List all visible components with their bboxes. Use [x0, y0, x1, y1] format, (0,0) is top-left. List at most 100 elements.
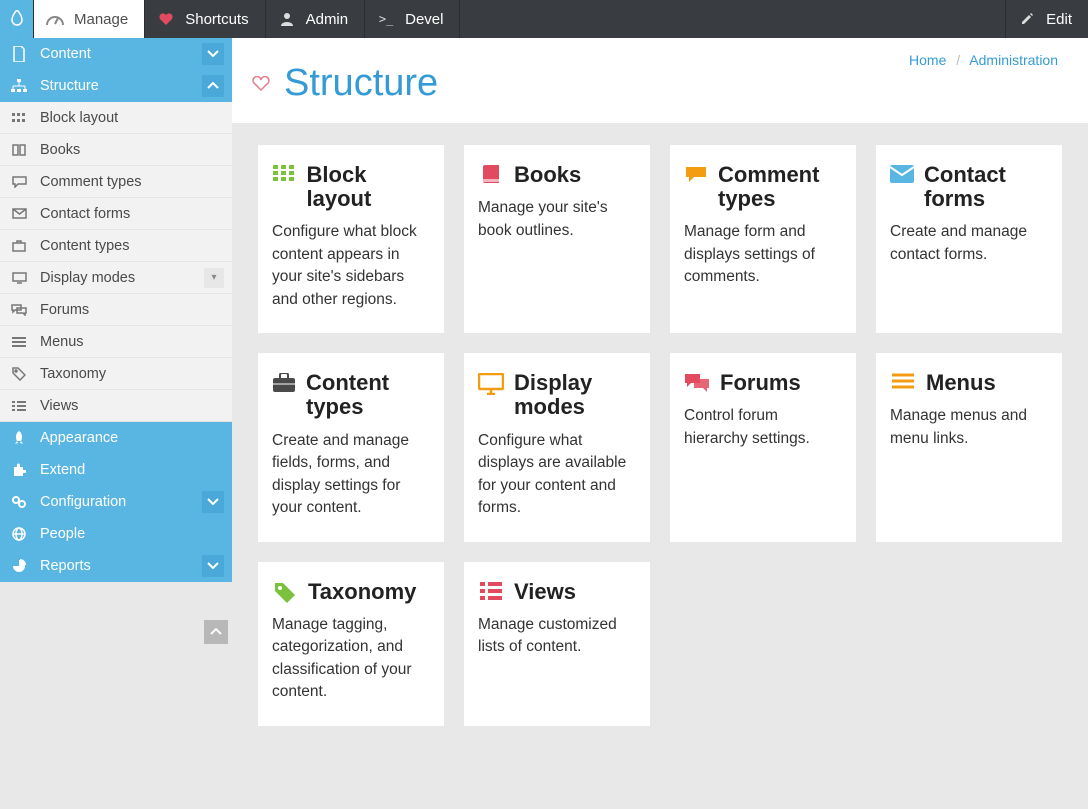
page-title: Structure: [284, 62, 438, 105]
sidebar-item-menus[interactable]: Menus: [0, 326, 232, 358]
toolbar-manage-label: Manage: [74, 11, 128, 28]
caret-down-icon[interactable]: ▾: [204, 268, 224, 288]
pencil-icon: [1018, 12, 1036, 26]
bars-icon: [10, 337, 28, 347]
list-icon: [478, 580, 504, 600]
terminal-icon: >_: [377, 12, 395, 26]
card-title: Books: [514, 163, 581, 187]
sidebar-item-content-types[interactable]: Content types: [0, 230, 232, 262]
card-block-layout[interactable]: Block layout Configure what block conten…: [258, 145, 444, 333]
rocket-icon: [10, 431, 28, 445]
card-menus[interactable]: Menus Manage menus and menu links.: [876, 353, 1062, 541]
sidebar-item-content[interactable]: Content: [0, 38, 232, 70]
card-forums[interactable]: Forums Control forum hierarchy settings.: [670, 353, 856, 541]
drupal-icon: [8, 10, 26, 28]
sidebar-item-views[interactable]: Views: [0, 390, 232, 422]
user-icon: [278, 12, 296, 26]
toolbar-manage[interactable]: Manage: [34, 0, 145, 38]
chevron-down-icon[interactable]: [202, 43, 224, 65]
scroll-to-top-button[interactable]: [204, 620, 228, 644]
card-title: Comment types: [718, 163, 842, 211]
sidebar-item-appearance[interactable]: Appearance: [0, 422, 232, 454]
chevron-down-icon[interactable]: [202, 555, 224, 577]
book-icon: [478, 163, 504, 185]
sidebar-item-label: Structure: [40, 78, 99, 94]
sidebar-item-block-layout[interactable]: Block layout: [0, 102, 232, 134]
card-title: Taxonomy: [308, 580, 416, 604]
comment-icon: [684, 163, 708, 185]
top-toolbar: Manage Shortcuts Admin >_ Devel Edit: [0, 0, 1088, 38]
comment-icon: [10, 176, 28, 188]
card-comment-types[interactable]: Comment types Manage form and displays s…: [670, 145, 856, 333]
card-title: Menus: [926, 371, 996, 395]
file-icon: [10, 46, 28, 62]
sidebar-item-display-modes[interactable]: Display modes ▾: [0, 262, 232, 294]
toolbar-shortcuts-label: Shortcuts: [185, 11, 248, 28]
sidebar-item-configuration[interactable]: Configuration: [0, 486, 232, 518]
sidebar-item-label: Configuration: [40, 494, 126, 510]
toolbar-admin[interactable]: Admin: [266, 0, 366, 38]
toolbar-devel[interactable]: >_ Devel: [365, 0, 460, 38]
home-button[interactable]: [0, 0, 34, 38]
monitor-icon: [478, 371, 504, 395]
sidebar-item-label: Taxonomy: [40, 366, 106, 382]
sidebar-item-label: Block layout: [40, 110, 118, 126]
card-title: Content types: [306, 371, 430, 419]
mail-icon: [10, 208, 28, 219]
breadcrumb-home[interactable]: Home: [909, 52, 946, 68]
toolbar-shortcuts[interactable]: Shortcuts: [145, 0, 265, 38]
structure-icon: [10, 79, 28, 93]
sidebar-item-label: Contact forms: [40, 206, 130, 222]
sidebar-item-label: Menus: [40, 334, 84, 350]
sidebar-item-label: Content types: [40, 238, 129, 254]
sidebar-item-label: Forums: [40, 302, 89, 318]
tag-icon: [10, 367, 28, 381]
sidebar-item-extend[interactable]: Extend: [0, 454, 232, 486]
sidebar-item-people[interactable]: People: [0, 518, 232, 550]
card-description: Manage menus and menu links.: [890, 405, 1048, 450]
admin-cards-grid: Block layout Configure what block conten…: [258, 145, 1062, 726]
mail-icon: [890, 163, 914, 183]
sidebar-item-comment-types[interactable]: Comment types: [0, 166, 232, 198]
comments-icon: [684, 371, 710, 393]
toolbar-devel-label: Devel: [405, 11, 443, 28]
sidebar-item-structure[interactable]: Structure: [0, 70, 232, 102]
toolbar-spacer: [460, 0, 1005, 38]
grid-icon: [10, 113, 28, 123]
briefcase-icon: [10, 240, 28, 252]
sidebar-item-forums[interactable]: Forums: [0, 294, 232, 326]
toolbar-edit-label: Edit: [1046, 11, 1072, 28]
breadcrumb-separator: /: [956, 52, 960, 68]
sidebar-item-taxonomy[interactable]: Taxonomy: [0, 358, 232, 390]
sidebar-item-label: Views: [40, 398, 78, 414]
sidebar-item-books[interactable]: Books: [0, 134, 232, 166]
card-title: Block layout: [307, 163, 430, 211]
card-description: Manage your site's book outlines.: [478, 197, 636, 242]
breadcrumb-administration[interactable]: Administration: [969, 52, 1058, 68]
card-contact-forms[interactable]: Contact forms Create and manage contact …: [876, 145, 1062, 333]
sidebar-item-contact-forms[interactable]: Contact forms: [0, 198, 232, 230]
sidebar-item-label: Books: [40, 142, 80, 158]
card-views[interactable]: Views Manage customized lists of content…: [464, 562, 650, 726]
card-taxonomy[interactable]: Taxonomy Manage tagging, categorization,…: [258, 562, 444, 726]
toolbar-admin-label: Admin: [306, 11, 349, 28]
chevron-down-icon[interactable]: [202, 491, 224, 513]
card-description: Create and manage fields, forms, and dis…: [272, 430, 430, 520]
comments-icon: [10, 304, 28, 316]
sidebar-item-label: People: [40, 526, 85, 542]
card-display-modes[interactable]: Display modes Configure what displays ar…: [464, 353, 650, 541]
puzzle-icon: [10, 463, 28, 477]
card-books[interactable]: Books Manage your site's book outlines.: [464, 145, 650, 333]
chevron-up-icon[interactable]: [202, 75, 224, 97]
heart-outline-icon[interactable]: [252, 76, 270, 92]
card-description: Manage form and displays settings of com…: [684, 221, 842, 288]
admin-sidebar: Content Structure Block layout Books Com…: [0, 38, 232, 809]
dashboard-icon: [46, 12, 64, 26]
book-icon: [10, 144, 28, 156]
card-description: Create and manage contact forms.: [890, 221, 1048, 266]
heart-icon: [157, 12, 175, 26]
sidebar-item-reports[interactable]: Reports: [0, 550, 232, 582]
toolbar-edit[interactable]: Edit: [1005, 0, 1088, 38]
card-content-types[interactable]: Content types Create and manage fields, …: [258, 353, 444, 541]
grid-icon: [272, 163, 297, 181]
